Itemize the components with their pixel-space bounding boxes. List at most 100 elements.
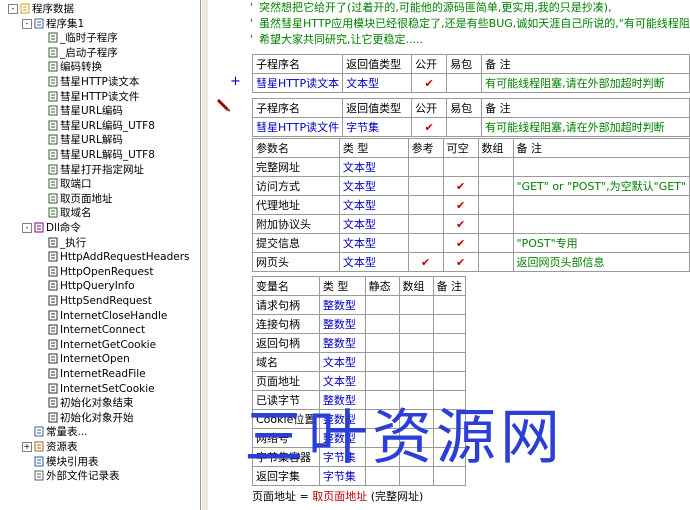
tree-item[interactable]: + 资源表 bbox=[22, 440, 78, 454]
var-static-cell[interactable] bbox=[364, 333, 400, 353]
tree-item[interactable]: 外部文件记录表 bbox=[34, 469, 120, 483]
tree-item[interactable]: 彗星URL编码 bbox=[48, 104, 123, 118]
param-name-cell[interactable]: 网页头 bbox=[252, 252, 340, 272]
param-optional-check[interactable]: ✔ bbox=[442, 233, 479, 253]
param-array-cell[interactable] bbox=[477, 195, 514, 215]
var-name-cell[interactable]: 返回句柄 bbox=[252, 333, 320, 353]
return-type-cell[interactable]: 字节集 bbox=[342, 117, 413, 137]
sub-name-cell[interactable]: 彗星HTTP读文本 bbox=[251, 73, 344, 93]
var-name-cell[interactable]: 请求句柄 bbox=[252, 295, 320, 315]
tree-item[interactable]: InternetReadFile bbox=[48, 367, 146, 381]
param-name-cell[interactable]: 完整网址 bbox=[252, 157, 340, 177]
param-name-cell[interactable]: 代理地址 bbox=[252, 195, 340, 215]
param-array-cell[interactable] bbox=[477, 176, 514, 196]
collapse-icon[interactable]: - bbox=[8, 4, 18, 14]
tree-item[interactable]: HttpAddRequestHeaders bbox=[48, 250, 189, 264]
var-type-cell[interactable]: 整数型 bbox=[318, 333, 366, 353]
tree-item[interactable]: 初始化对象结束 bbox=[48, 396, 134, 410]
tree-item[interactable]: InternetCloseHandle bbox=[48, 309, 167, 323]
collapse-icon[interactable]: - bbox=[22, 18, 32, 29]
table-row[interactable]: 附加协议头 文本型 ✔ bbox=[252, 214, 690, 234]
var-type-cell[interactable]: 整数型 bbox=[318, 295, 366, 315]
var-static-cell[interactable] bbox=[364, 352, 400, 372]
param-note-cell[interactable] bbox=[512, 214, 690, 234]
var-static-cell[interactable] bbox=[364, 371, 400, 391]
var-name-cell[interactable]: 域名 bbox=[252, 352, 320, 372]
program-tree[interactable]: - 程序数据 - 程序集1 _临时子程序 _启动子程序 编码转换 彗星HTTP读文本 彗星HTT… bbox=[0, 0, 201, 510]
var-array-cell[interactable] bbox=[398, 333, 434, 353]
param-note-cell[interactable]: "POST"专用 bbox=[512, 233, 690, 253]
table-row[interactable]: 页面地址 文本型 bbox=[252, 371, 466, 391]
tree-item[interactable]: 常量表... bbox=[34, 425, 88, 439]
tree-item[interactable]: 彗星URL解码_UTF8 bbox=[48, 148, 155, 162]
tree-item[interactable]: 编码转换 bbox=[48, 60, 102, 74]
param-array-cell[interactable] bbox=[477, 157, 514, 177]
tree-item[interactable]: 初始化对象开始 bbox=[48, 411, 134, 425]
table-row[interactable]: 返回句柄 整数型 bbox=[252, 333, 466, 353]
public-check[interactable]: ✔ bbox=[411, 73, 448, 93]
table-row[interactable]: 完整网址 文本型 bbox=[252, 157, 690, 177]
param-ref-check[interactable] bbox=[407, 157, 444, 177]
param-optional-check[interactable]: ✔ bbox=[442, 195, 479, 215]
param-optional-check[interactable]: ✔ bbox=[442, 176, 479, 196]
var-type-cell[interactable]: 文本型 bbox=[318, 352, 366, 372]
tree-item[interactable]: InternetSetCookie bbox=[48, 382, 155, 396]
tree-item[interactable]: - 程序数据 bbox=[8, 2, 74, 16]
tree-item[interactable]: - 程序集1 bbox=[22, 17, 84, 31]
tree-item[interactable]: HttpOpenRequest bbox=[48, 265, 154, 279]
param-note-cell[interactable]: 返回网页头部信息 bbox=[512, 252, 690, 272]
var-name-cell[interactable]: 页面地址 bbox=[252, 371, 320, 391]
easy-cell[interactable] bbox=[446, 73, 483, 93]
param-name-cell[interactable]: 提交信息 bbox=[252, 233, 340, 253]
tree-item[interactable]: _临时子程序 bbox=[48, 31, 118, 45]
tree-item[interactable]: 模块引用表 bbox=[34, 455, 99, 469]
table-row[interactable]: 请求句柄 整数型 bbox=[252, 295, 466, 315]
param-note-cell[interactable] bbox=[512, 195, 690, 215]
table-row[interactable]: 提交信息 文本型 ✔ "POST"专用 bbox=[252, 233, 690, 253]
tree-item[interactable]: 彗星HTTP读文件 bbox=[48, 90, 139, 104]
param-type-cell[interactable]: 文本型 bbox=[338, 214, 409, 234]
param-ref-check[interactable] bbox=[407, 233, 444, 253]
table-row[interactable]: 连接句柄 整数型 bbox=[252, 314, 466, 334]
var-note-cell[interactable] bbox=[432, 371, 466, 391]
param-array-cell[interactable] bbox=[477, 233, 514, 253]
tree-item[interactable]: _执行 bbox=[48, 236, 86, 250]
expand-plus-icon[interactable]: + bbox=[230, 74, 241, 89]
table-row[interactable]: 代理地址 文本型 ✔ bbox=[252, 195, 690, 215]
var-note-cell[interactable] bbox=[432, 333, 466, 353]
tree-item[interactable]: HttpSendRequest bbox=[48, 294, 152, 308]
param-note-cell[interactable] bbox=[512, 157, 690, 177]
param-note-cell[interactable]: "GET" or "POST",为空默认"GET" bbox=[512, 176, 690, 196]
var-type-cell[interactable]: 文本型 bbox=[318, 371, 366, 391]
var-array-cell[interactable] bbox=[398, 295, 434, 315]
var-name-cell[interactable]: 连接句柄 bbox=[252, 314, 320, 334]
param-name-cell[interactable]: 访问方式 bbox=[252, 176, 340, 196]
param-type-cell[interactable]: 文本型 bbox=[338, 233, 409, 253]
table-row[interactable]: 网页头 文本型 ✔ ✔ 返回网页头部信息 bbox=[252, 252, 690, 272]
var-note-cell[interactable] bbox=[432, 314, 466, 334]
tree-item[interactable]: 彗星URL编码_UTF8 bbox=[48, 119, 155, 133]
param-array-cell[interactable] bbox=[477, 252, 514, 272]
tree-item[interactable]: _启动子程序 bbox=[48, 46, 118, 60]
param-array-cell[interactable] bbox=[477, 214, 514, 234]
tree-item[interactable]: 彗星打开指定网址 bbox=[48, 163, 144, 177]
table-row[interactable]: 访问方式 文本型 ✔ "GET" or "POST",为空默认"GET" bbox=[252, 176, 690, 196]
tree-item[interactable]: 取端口 bbox=[48, 177, 92, 191]
note-cell[interactable]: 有可能线程阻塞,请在外部加超时判断 bbox=[481, 117, 690, 137]
var-array-cell[interactable] bbox=[398, 371, 434, 391]
code-line[interactable]: 页面地址 = 取页面地址 (完整网址) bbox=[252, 488, 423, 504]
return-type-cell[interactable]: 文本型 bbox=[342, 73, 413, 93]
easy-cell[interactable] bbox=[446, 117, 483, 137]
param-ref-check[interactable]: ✔ bbox=[407, 252, 444, 272]
collapse-icon[interactable]: - bbox=[22, 223, 32, 233]
param-type-cell[interactable]: 文本型 bbox=[338, 195, 409, 215]
var-array-cell[interactable] bbox=[398, 314, 434, 334]
var-type-cell[interactable]: 整数型 bbox=[318, 314, 366, 334]
public-check[interactable]: ✔ bbox=[411, 117, 448, 137]
tree-item[interactable]: 彗星URL解码 bbox=[48, 133, 123, 147]
var-static-cell[interactable] bbox=[364, 295, 400, 315]
param-type-cell[interactable]: 文本型 bbox=[338, 157, 409, 177]
param-ref-check[interactable] bbox=[407, 214, 444, 234]
param-type-cell[interactable]: 文本型 bbox=[338, 176, 409, 196]
param-name-cell[interactable]: 附加协议头 bbox=[252, 214, 340, 234]
